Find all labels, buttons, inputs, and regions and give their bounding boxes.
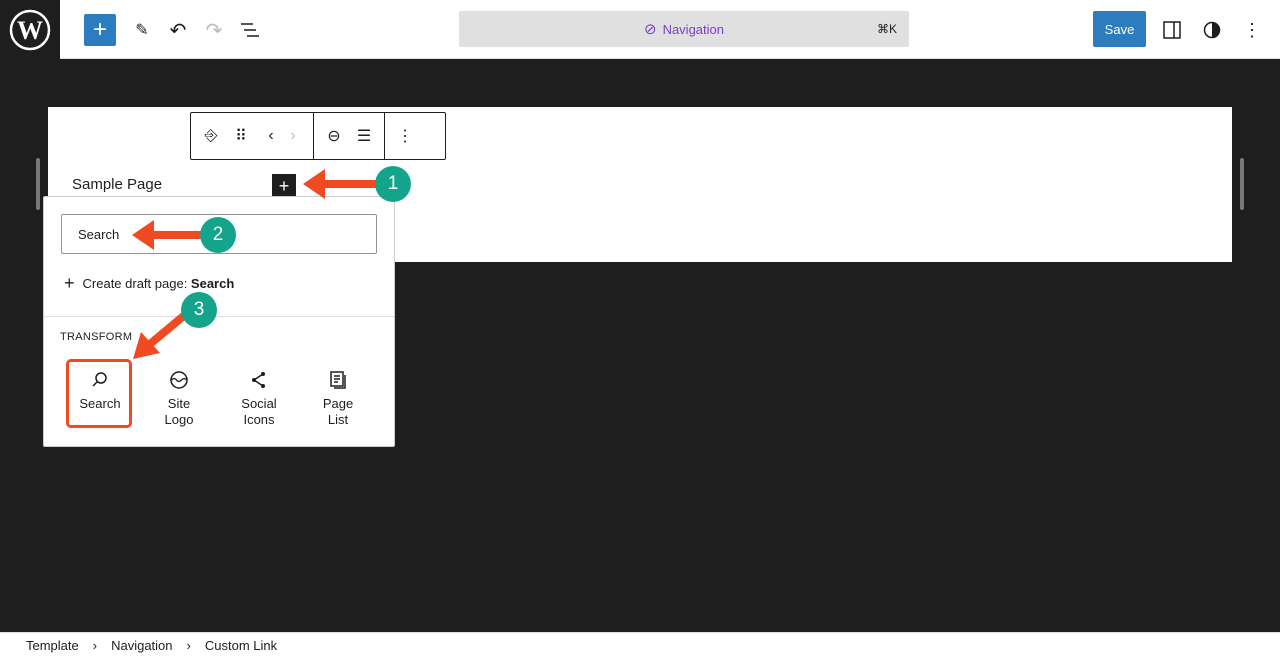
command-palette-button[interactable]: ⊘ Navigation ⌘K: [459, 11, 909, 47]
share-icon: [247, 368, 271, 392]
undo-icon[interactable]: ↶: [162, 14, 194, 46]
block-type-icon[interactable]: ⎆: [199, 124, 223, 148]
wordpress-logo-icon[interactable]: W: [0, 0, 60, 59]
site-logo-icon: [167, 368, 191, 392]
drag-handle-icon[interactable]: ⠿: [229, 124, 253, 148]
add-nav-item-button[interactable]: +: [272, 174, 296, 198]
svg-text:W: W: [17, 16, 43, 45]
transform-label: Social Icons: [241, 396, 277, 427]
highlight-box: [66, 359, 132, 428]
breadcrumb: Template › Navigation › Custom Link: [0, 632, 1280, 657]
divider: [44, 316, 394, 317]
breadcrumb-navigation[interactable]: Navigation: [111, 638, 172, 653]
nav-item-sample-page[interactable]: Sample Page: [72, 176, 162, 193]
resize-handle-right[interactable]: [1240, 158, 1244, 210]
create-draft-label: Create draft page:: [82, 276, 191, 291]
transform-heading: TRANSFORM: [60, 331, 133, 343]
transform-page-list[interactable]: Page List: [305, 360, 371, 428]
transform-social-icons[interactable]: Social Icons: [226, 360, 292, 428]
top-toolbar: W + ✎ ↶ ↷ ⊘ Navigation ⌘K Save ⋮: [0, 0, 1280, 59]
command-label: Navigation: [662, 21, 724, 37]
list-view-icon[interactable]: [234, 14, 266, 46]
transform-label: Site Logo: [164, 396, 194, 427]
add-submenu-icon[interactable]: ☰: [352, 124, 376, 148]
save-button[interactable]: Save: [1093, 11, 1146, 47]
step-badge-3: 3: [181, 292, 217, 328]
breadcrumb-template[interactable]: Template: [26, 638, 79, 653]
block-options-icon[interactable]: ⋮: [393, 124, 417, 148]
chevron-right-icon: ›: [92, 637, 98, 653]
create-draft-page-button[interactable]: + Create draft page: Search: [64, 273, 234, 294]
shortcut-hint: ⌘K: [876, 22, 897, 36]
step-badge-1: 1: [375, 166, 411, 202]
page-list-icon: [326, 368, 350, 392]
plus-icon: +: [64, 273, 75, 293]
transform-site-logo[interactable]: Site Logo: [146, 360, 212, 428]
move-right-icon[interactable]: ›: [281, 124, 305, 148]
compass-icon: ⊘: [643, 21, 657, 38]
transform-label: Page List: [322, 396, 354, 427]
step-badge-2: 2: [200, 217, 236, 253]
redo-icon[interactable]: ↷: [198, 14, 230, 46]
resize-handle-left[interactable]: [36, 158, 40, 210]
settings-sidebar-icon[interactable]: [1156, 14, 1188, 46]
styles-contrast-icon[interactable]: [1196, 14, 1228, 46]
block-toolbar: ⎆ ⠿ ‹ › ⊖ ☰ ⋮: [190, 112, 446, 160]
options-more-icon[interactable]: ⋮: [1236, 14, 1268, 46]
link-icon[interactable]: ⊖: [322, 124, 346, 148]
move-left-icon[interactable]: ‹: [259, 124, 283, 148]
create-draft-term: Search: [190, 276, 235, 291]
breadcrumb-custom-link[interactable]: Custom Link: [205, 638, 277, 653]
chevron-right-icon: ›: [186, 637, 191, 653]
edit-tool-pencil-icon[interactable]: ✎: [126, 14, 158, 46]
add-block-button[interactable]: +: [84, 14, 116, 46]
